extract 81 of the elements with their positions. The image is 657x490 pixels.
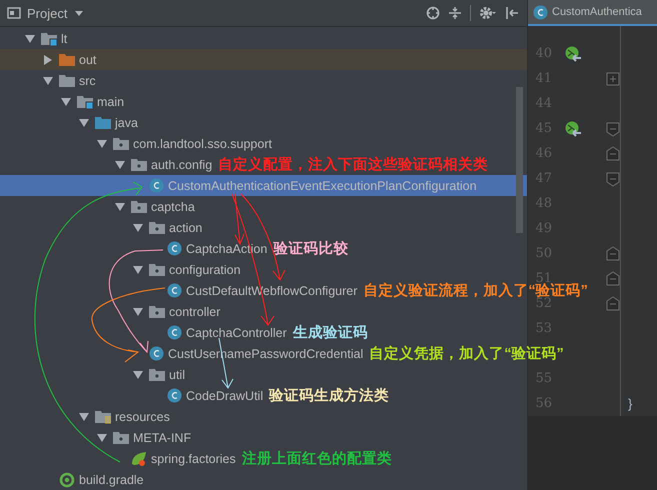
- collapse-all-icon[interactable]: [448, 6, 462, 20]
- annotation-text: 验证码生成方法类: [269, 386, 390, 405]
- fold-collapse-icon[interactable]: [606, 170, 620, 186]
- fold-collapse-icon[interactable]: [606, 296, 620, 312]
- tree-item[interactable]: CaptchaController: [186, 326, 287, 340]
- expanded-arrow-icon[interactable]: [79, 412, 89, 422]
- fold-collapse-icon[interactable]: [606, 246, 620, 262]
- expanded-arrow-icon[interactable]: [97, 432, 107, 442]
- tree-item[interactable]: action: [169, 220, 202, 234]
- annotation-text: 注册上面红色的配置类: [242, 450, 392, 468]
- tree-item[interactable]: build.gradle: [79, 472, 144, 486]
- line-number: 52: [534, 296, 552, 311]
- panel-title[interactable]: Project: [27, 6, 68, 20]
- folder-icon: [95, 116, 111, 130]
- expanded-arrow-icon[interactable]: [115, 160, 125, 170]
- package-folder-icon: [131, 200, 147, 214]
- package-folder-icon: [113, 430, 129, 444]
- tree-item[interactable]: util: [169, 368, 185, 382]
- class-icon: [167, 283, 182, 298]
- dropdown-caret-icon[interactable]: [75, 10, 84, 16]
- class-icon: [149, 346, 164, 361]
- editor-tab[interactable]: CustomAuthentica: [528, 0, 657, 26]
- folder-icon: [95, 410, 111, 424]
- expanded-arrow-icon[interactable]: [43, 76, 53, 86]
- expanded-arrow-icon[interactable]: [25, 34, 35, 44]
- tree-item[interactable]: main: [97, 94, 124, 108]
- expanded-arrow-icon[interactable]: [115, 202, 125, 212]
- tree-item[interactable]: java: [115, 116, 138, 130]
- override-gutter-icon[interactable]: [564, 120, 582, 136]
- tree-item[interactable]: resources: [115, 410, 170, 424]
- settings-icon[interactable]: [479, 6, 497, 20]
- annotation-text: 验证码比较: [273, 240, 348, 258]
- fold-expand-icon[interactable]: [606, 70, 620, 86]
- tree-item[interactable]: configuration: [169, 262, 241, 276]
- class-icon: [533, 4, 548, 20]
- tree-item[interactable]: controller: [169, 304, 220, 318]
- collapsed-arrow-icon[interactable]: [43, 54, 53, 64]
- expanded-arrow-icon[interactable]: [97, 138, 107, 148]
- tree-item[interactable]: out: [79, 52, 96, 66]
- tree-item[interactable]: lt: [61, 32, 68, 46]
- annotation-text: 自定义配置，注入下面这些验证码相关类: [218, 156, 488, 174]
- tree-item[interactable]: spring.factories: [151, 452, 236, 466]
- fold-collapse-icon[interactable]: [606, 120, 620, 136]
- package-folder-icon: [149, 262, 165, 276]
- hide-panel-icon[interactable]: [505, 6, 519, 20]
- leaf-icon: [131, 450, 147, 466]
- code-text: }: [628, 396, 632, 411]
- expanded-arrow-icon[interactable]: [133, 222, 143, 232]
- tree-item[interactable]: captcha: [151, 200, 195, 214]
- expanded-arrow-icon[interactable]: [61, 96, 71, 106]
- folder-icon: [41, 32, 57, 46]
- scrollbar-thumb[interactable]: [516, 87, 523, 233]
- expanded-arrow-icon[interactable]: [133, 264, 143, 274]
- package-folder-icon: [149, 220, 165, 234]
- tree-item[interactable]: src: [79, 74, 96, 88]
- annotation-text: 生成验证码: [292, 324, 368, 342]
- tree-item[interactable]: auth.config: [151, 158, 212, 172]
- fold-collapse-icon[interactable]: [606, 270, 620, 286]
- expanded-arrow-icon[interactable]: [133, 370, 143, 380]
- override-gutter-icon[interactable]: [564, 46, 582, 62]
- class-icon: [167, 388, 182, 403]
- expanded-arrow-icon[interactable]: [133, 306, 143, 316]
- class-icon: [167, 325, 182, 340]
- gradle-ring-icon: [59, 472, 75, 488]
- expanded-arrow-icon[interactable]: [79, 118, 89, 128]
- package-folder-icon: [149, 304, 165, 318]
- folder-icon: [59, 74, 75, 88]
- tree-item[interactable]: com.landtool.sso.support: [133, 136, 272, 150]
- tree-item[interactable]: CodeDrawUtil: [186, 388, 264, 402]
- class-icon: [167, 241, 182, 256]
- folder-icon: [59, 52, 75, 66]
- class-icon: [149, 178, 164, 193]
- fold-collapse-icon[interactable]: [606, 146, 620, 162]
- package-folder-icon: [131, 158, 147, 172]
- package-folder-icon: [149, 368, 165, 382]
- locate-target-icon[interactable]: [426, 6, 440, 20]
- annotation-text: 自定义凭据，加入了“验证码”: [369, 344, 564, 363]
- package-folder-icon: [113, 136, 129, 150]
- folder-icon: [77, 94, 93, 108]
- tree-item[interactable]: META-INF: [133, 430, 192, 444]
- project-view-icon: [7, 6, 21, 20]
